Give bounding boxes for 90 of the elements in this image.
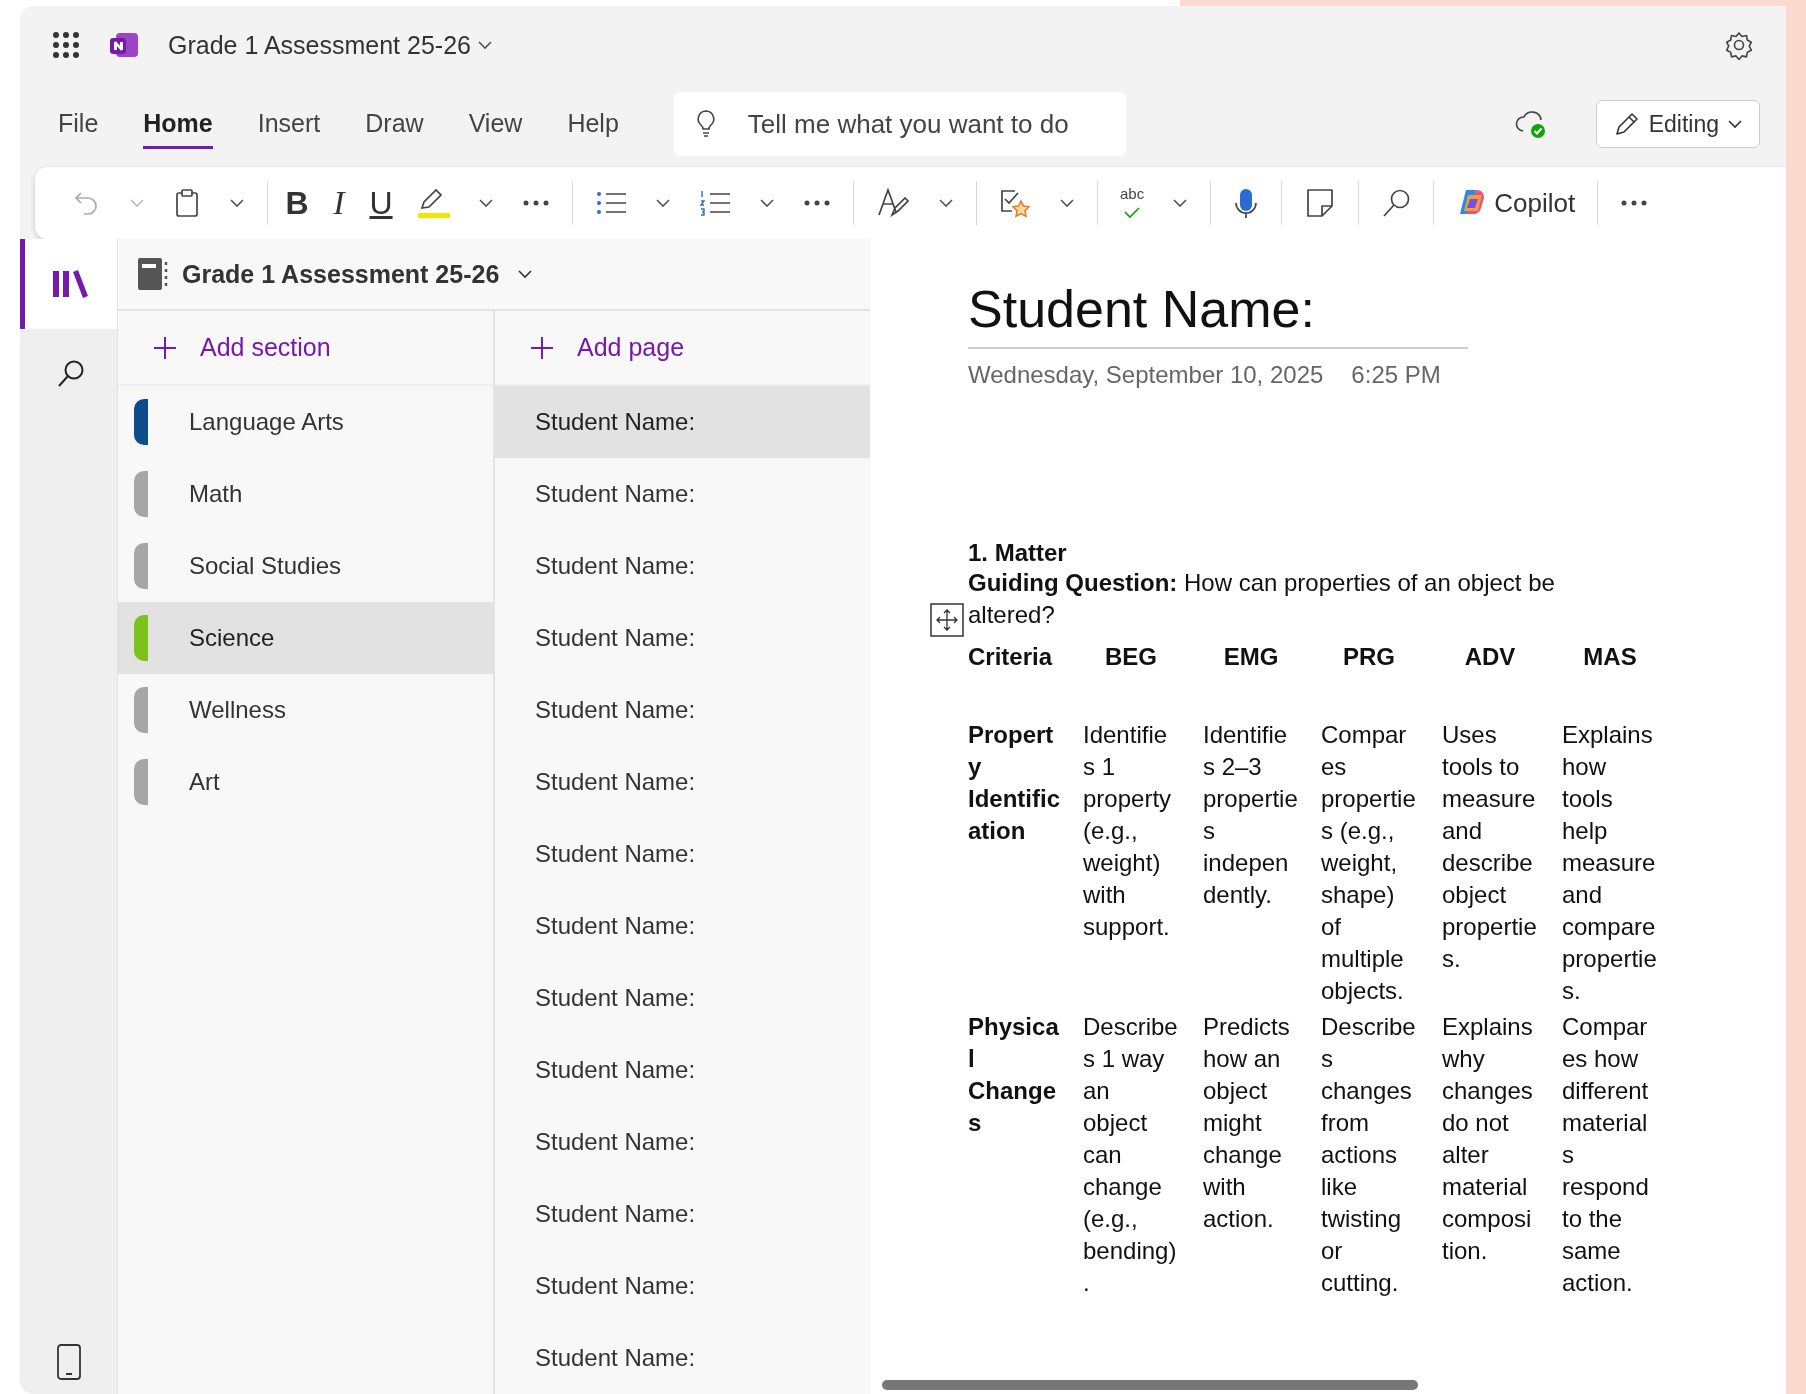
guiding-question: Guiding Question: How can properties of an object be altered? — [968, 567, 1628, 631]
column-header: EMG — [1222, 642, 1280, 672]
table-cell-text: Explains how tools help measure and compare properties. — [1562, 720, 1658, 1006]
page-item[interactable]: Student Name: — [495, 962, 870, 1034]
italic-button[interactable]: I — [324, 181, 354, 225]
caret-icon — [938, 196, 954, 210]
notebook-icon — [138, 258, 168, 290]
section-item[interactable]: Art — [118, 746, 493, 818]
table-cell-text: Identifies 2–3 properties independently. — [1203, 720, 1299, 910]
microphone-icon — [1233, 187, 1260, 219]
table-cell-text: Compares properties (e.g., weight, shape) of multiple objects. — [1321, 720, 1417, 1006]
settings-icon — [1724, 30, 1754, 60]
page-item[interactable]: Student Name: — [495, 458, 870, 530]
plus-icon — [531, 336, 553, 359]
search-field[interactable]: Tell me what you want to do — [673, 92, 1126, 156]
notebooks-icon — [53, 269, 89, 299]
section-item[interactable]: Language Arts — [118, 386, 493, 458]
checkmark-icon — [1123, 207, 1142, 219]
phone-icon — [56, 1344, 81, 1380]
criterion-cell-text: Property Identification — [968, 720, 1061, 846]
numbered-list-icon — [699, 188, 731, 218]
menu-tab[interactable]: File — [58, 99, 99, 149]
caret-icon — [517, 267, 534, 281]
caret-icon — [229, 196, 245, 210]
section-heading: 1. Matter — [968, 539, 1068, 567]
table-cell-text: Describes 1 way an object can change (e.g., bending). — [1083, 1012, 1179, 1298]
notebook-title-button[interactable]: Grade 1 Assessment 25-26 — [168, 30, 493, 60]
table-cell-text: Predicts how an object might change with action. — [1203, 1012, 1291, 1234]
menu-tab[interactable]: Help — [567, 99, 619, 149]
page-item[interactable]: Student Name: — [495, 530, 870, 602]
section-item[interactable]: Wellness — [118, 674, 493, 746]
clipboard-icon — [173, 188, 201, 218]
caret-icon — [759, 196, 775, 210]
spelling-button[interactable]: abc — [1112, 181, 1153, 225]
table-cell-text: Describes changes from actions like twisting or cutting. — [1321, 1012, 1417, 1298]
page-item[interactable]: Student Name: — [495, 602, 870, 674]
search-icon — [57, 359, 85, 389]
caret-icon — [476, 38, 493, 52]
bold-button[interactable]: B — [282, 181, 312, 225]
table-cell-text: Compares how different materials respond to the same action. — [1562, 1012, 1650, 1298]
search-icon — [1381, 188, 1412, 218]
page-item[interactable]: Student Name: — [495, 386, 870, 458]
page-item[interactable]: Student Name: — [495, 1106, 870, 1178]
caret-icon — [1727, 117, 1743, 131]
menu-tab[interactable]: Draw — [365, 99, 424, 149]
column-header: PRG — [1342, 642, 1396, 672]
notebooks-button[interactable] — [20, 239, 117, 329]
page-item[interactable]: Student Name: — [495, 890, 870, 962]
page-item[interactable]: Student Name: — [495, 1322, 870, 1394]
page-item[interactable]: Student Name: — [495, 1034, 870, 1106]
page-time: 6:25 PM — [1351, 361, 1441, 389]
highlighter-icon — [416, 188, 450, 218]
editing-button[interactable]: Editing — [1595, 100, 1760, 148]
page-date: Wednesday, September 10, 2025 — [968, 361, 1324, 389]
copilot-button[interactable]: Copilot — [1448, 181, 1584, 225]
page-item[interactable]: Student Name: — [495, 1250, 870, 1322]
page-item[interactable]: Student Name: — [495, 746, 870, 818]
menu-tab[interactable]: Insert — [257, 99, 321, 149]
section-item[interactable]: Science — [118, 602, 493, 674]
checkbox-star-icon — [999, 187, 1031, 219]
text-style-icon — [876, 187, 910, 219]
caret-icon — [1059, 196, 1075, 210]
section-item[interactable]: Social Studies — [118, 530, 493, 602]
notebook-title-button[interactable]: Grade 1 Assessment 25-26 — [182, 259, 534, 289]
caret-icon — [1172, 196, 1189, 210]
page-item[interactable]: Student Name: — [495, 818, 870, 890]
table-cell-text: Uses tools to measure and describe object properties. — [1442, 720, 1538, 974]
menu-tab[interactable]: View — [468, 99, 523, 149]
page-item[interactable]: Student Name: — [495, 674, 870, 746]
table-cell-text: Identifies 1 property (e.g., weight) with support. — [1083, 720, 1173, 942]
move-handle-icon — [930, 603, 964, 637]
plus-icon — [154, 336, 176, 359]
column-header: ADV — [1463, 642, 1517, 672]
app-launcher-icon — [52, 31, 80, 59]
page-item[interactable]: Student Name: — [495, 1178, 870, 1250]
criterion-cell-text: Physical Changes — [968, 1012, 1060, 1138]
caret-icon — [478, 196, 494, 210]
table-cell-text: Explains why changes do not alter material composition. — [1442, 1012, 1534, 1266]
app-logo-icon — [110, 31, 138, 59]
caret-icon — [655, 196, 671, 210]
menu-tab[interactable]: Home — [143, 99, 213, 149]
add-section-button[interactable]: Add section — [118, 311, 493, 386]
section-item[interactable]: Math — [118, 458, 493, 530]
column-header: BEG — [1104, 642, 1158, 672]
column-header: MAS — [1582, 642, 1638, 672]
cloud-check-icon — [1513, 109, 1546, 139]
page-title: Student Name: — [968, 277, 1468, 349]
underline-button[interactable]: U — [366, 181, 396, 225]
column-header: Criteria — [968, 642, 1054, 672]
caret-icon — [129, 196, 145, 210]
